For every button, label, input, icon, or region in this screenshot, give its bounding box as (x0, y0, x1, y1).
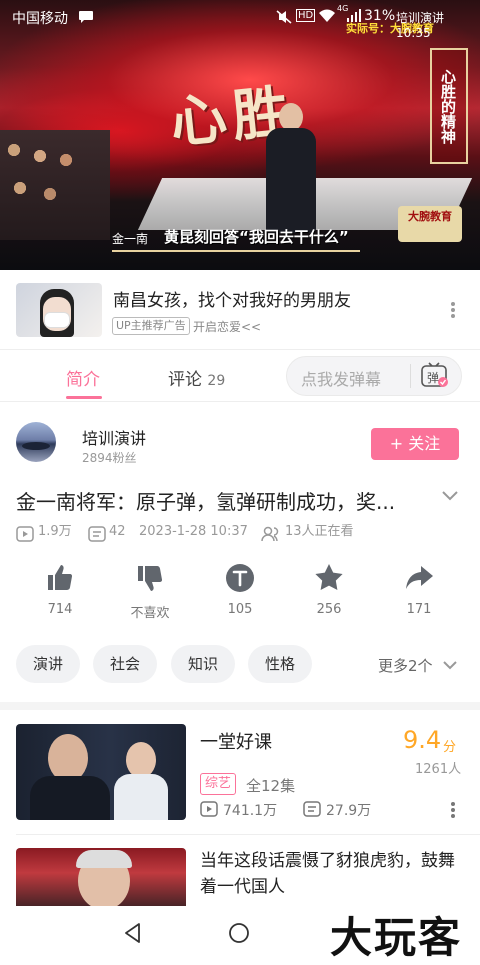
follow-button[interactable]: + 关注 (371, 428, 459, 460)
view-count: 1.9万 (38, 524, 72, 539)
signal-icon (347, 9, 361, 22)
thumbs-down-icon (138, 565, 163, 591)
tag-item[interactable]: 社会 (93, 645, 157, 683)
tag-item[interactable]: 性格 (248, 645, 312, 683)
tag-item[interactable]: 演讲 (16, 645, 80, 683)
related-category-badge: 综艺 (200, 773, 237, 795)
wifi-icon (319, 9, 335, 22)
danmaku-count-icon (303, 801, 321, 817)
list-divider (16, 834, 480, 835)
danmu-icon-label: 弹 (427, 371, 440, 385)
coin-icon (226, 564, 254, 592)
watching-icon (261, 526, 279, 542)
tags-more-button[interactable]: 更多2个 (378, 655, 433, 676)
ad-tag: UP主推荐广告 (112, 317, 190, 335)
ad-thumbnail[interactable] (16, 283, 102, 337)
related-rating-count: 1261人 (415, 762, 462, 777)
tab-comments[interactable]: 评论 29 (168, 365, 225, 390)
video-side-panel: 心胜的精神 (430, 48, 468, 164)
video-player[interactable]: 心胜 心胜的精神 实际号：大腕教育 大腕教育 金一南 黄昆刻回答“我回去干什么” (0, 0, 480, 270)
related-thumbnail[interactable] (16, 848, 186, 910)
tab-comments-count: 29 (207, 373, 226, 389)
audience-image (0, 130, 110, 240)
ad-subtext[interactable]: 开启恋爱<< (193, 318, 261, 335)
favorite-count: 256 (316, 602, 342, 617)
coin-count: 105 (227, 602, 253, 617)
speaker-head (279, 103, 303, 131)
video-logo-badge: 大腕教育 (398, 206, 462, 242)
danmu-placeholder: 点我发弹幕 (301, 370, 382, 389)
ad-title[interactable]: 南昌女孩，找个对我好的男朋友 (113, 286, 351, 311)
related-title[interactable]: 当年这段话震慑了豺狼虎豹，鼓舞着一代国人 (200, 848, 466, 900)
related-episodes: 全12集 (246, 777, 296, 795)
related-score: 9.4 (403, 726, 442, 754)
favorite-button[interactable]: 256 (294, 562, 364, 617)
dislike-button[interactable]: 不喜欢 (115, 562, 185, 621)
share-count: 171 (406, 602, 432, 617)
time-label: 培训演讲 10:35 (396, 11, 445, 40)
star-icon (315, 564, 343, 590)
danmaku-count: 42 (109, 524, 126, 539)
danmu-toggle-icon[interactable]: 弹 (421, 362, 449, 388)
tag-item[interactable]: 知识 (171, 645, 235, 683)
dislike-label: 不喜欢 (130, 606, 170, 621)
more-vertical-icon[interactable] (447, 800, 459, 820)
video-subtitle: 黄昆刻回答“我回去干什么” (164, 228, 349, 246)
battery-label: 31% (364, 8, 396, 24)
related-thumbnail[interactable] (16, 724, 186, 820)
watching-count: 13人正在看 (285, 524, 354, 539)
uploader-fans: 2894粉丝 (82, 451, 137, 465)
danmu-divider (410, 364, 411, 388)
back-icon[interactable] (122, 922, 144, 944)
related-score-unit: 分 (443, 740, 457, 755)
related-danmaku: 27.9万 (326, 803, 372, 819)
speaker-name: 金一南 (112, 232, 149, 246)
coin-button[interactable]: 105 (205, 562, 275, 617)
video-title: 金一南将军：原子弹，氢弹研制成功，奖... (16, 490, 396, 514)
watermark: 大玩客 (330, 913, 463, 962)
home-icon[interactable] (228, 922, 250, 944)
hd-badge: HD (296, 9, 316, 22)
share-icon (406, 566, 433, 589)
chevron-down-icon[interactable] (440, 488, 460, 504)
carrier-label: 中国移动 (12, 11, 68, 27)
section-divider (0, 702, 480, 710)
related-title[interactable]: 一堂好课 (200, 728, 272, 754)
mute-icon (276, 10, 292, 24)
speaker-body (266, 128, 316, 233)
tab-comments-label: 评论 (168, 370, 202, 390)
more-vertical-icon[interactable] (447, 300, 459, 320)
status-bar: 中国移动 HD 4G 31% 培训演讲 10:35 (0, 0, 480, 40)
message-icon (79, 11, 93, 23)
chevron-down-icon[interactable] (442, 658, 458, 672)
like-button[interactable]: 714 (25, 562, 95, 617)
tab-intro[interactable]: 简介 (66, 365, 100, 390)
related-plays: 741.1万 (223, 803, 278, 819)
play-count-icon (16, 526, 34, 542)
share-button[interactable]: 171 (384, 562, 454, 617)
play-count-icon (200, 801, 218, 817)
danmaku-count-icon (88, 526, 106, 542)
tab-active-indicator (66, 396, 102, 399)
publish-date: 2023-1-28 10:37 (139, 524, 248, 539)
uploader-avatar[interactable] (16, 422, 56, 462)
thumbs-up-icon (48, 565, 73, 591)
uploader-name[interactable]: 培训演讲 (82, 425, 146, 449)
like-count: 714 (47, 602, 73, 617)
